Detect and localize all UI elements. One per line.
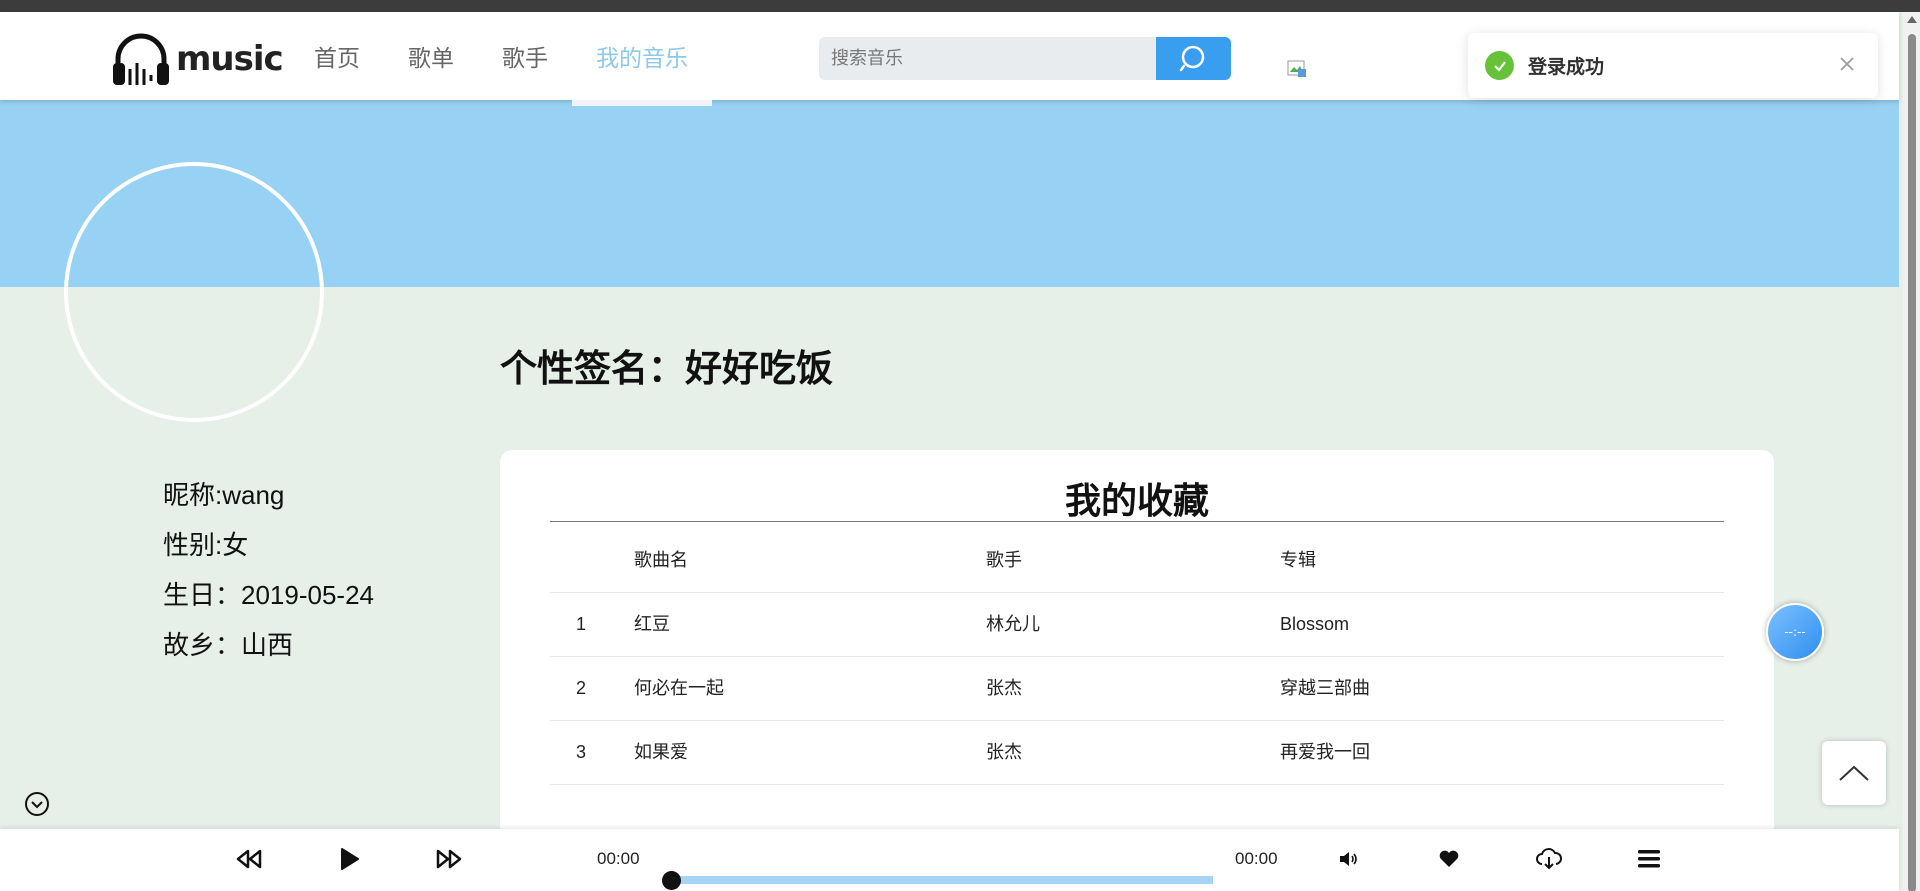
row-index: 2 bbox=[576, 678, 587, 698]
scrollbar-thumb[interactable] bbox=[1908, 34, 1916, 891]
total-duration: 00:00 bbox=[1235, 849, 1278, 868]
search-bar bbox=[819, 37, 1231, 80]
row-index: 3 bbox=[576, 742, 587, 762]
check-circle-icon bbox=[1485, 51, 1514, 80]
menu-icon bbox=[1638, 850, 1660, 868]
favorite-button[interactable] bbox=[1433, 843, 1465, 875]
user-avatar-broken-image-icon[interactable] bbox=[1286, 58, 1308, 80]
progress-knob[interactable] bbox=[662, 871, 681, 890]
profile-hometown: 故乡：山西 bbox=[163, 630, 294, 660]
column-header-album: 专辑 bbox=[1280, 550, 1316, 570]
table-row[interactable]: 1 红豆 林允儿 Blossom bbox=[550, 593, 1724, 657]
singer-name: 张杰 bbox=[986, 742, 1022, 762]
album-name: 再爱我一回 bbox=[1280, 742, 1370, 762]
nav-playlists[interactable]: 歌单 bbox=[384, 12, 478, 100]
download-button[interactable] bbox=[1533, 843, 1565, 875]
profile-info: 昵称:wang 性别:女 生日：2019-05-24 故乡：山西 bbox=[163, 470, 374, 670]
scroll-up-arrow-icon[interactable] bbox=[1907, 16, 1917, 23]
next-track-button[interactable] bbox=[433, 843, 465, 875]
chevron-up-icon bbox=[1839, 765, 1869, 781]
back-to-top-button[interactable] bbox=[1822, 741, 1886, 805]
volume-button[interactable] bbox=[1333, 843, 1365, 875]
progress-bar[interactable] bbox=[670, 876, 1213, 884]
favorites-title: 我的收藏 bbox=[1064, 480, 1209, 521]
nav-singers[interactable]: 歌手 bbox=[478, 12, 572, 100]
chevron-down-circle-icon[interactable] bbox=[24, 791, 50, 817]
toast-message: 登录成功 bbox=[1528, 56, 1605, 78]
column-header-singer: 歌手 bbox=[986, 550, 1022, 570]
profile-signature: 个性签名：好好吃饭 bbox=[500, 348, 833, 389]
search-icon bbox=[1179, 45, 1204, 71]
table-row[interactable]: 2 何必在一起 张杰 穿越三部曲 bbox=[550, 657, 1724, 721]
logo-text: music bbox=[176, 39, 284, 79]
song-name[interactable]: 何必在一起 bbox=[634, 657, 724, 720]
music-player-bar: 00:00 00:00 bbox=[0, 829, 1899, 891]
search-input[interactable] bbox=[819, 37, 1156, 80]
profile-birthday: 生日：2019-05-24 bbox=[163, 580, 374, 610]
profile-nickname: 昵称:wang bbox=[163, 480, 285, 510]
fast-forward-icon bbox=[436, 849, 462, 869]
rewind-icon bbox=[236, 849, 262, 869]
cloud-download-icon bbox=[1536, 848, 1562, 870]
floating-player-widget[interactable]: --:-- bbox=[1766, 603, 1824, 661]
close-icon[interactable] bbox=[1838, 55, 1856, 73]
login-success-toast: 登录成功 bbox=[1468, 33, 1878, 98]
song-name[interactable]: 如果爱 bbox=[634, 721, 688, 784]
nav-my-music[interactable]: 我的音乐 bbox=[572, 12, 712, 106]
divider bbox=[550, 521, 1724, 522]
heart-icon bbox=[1439, 850, 1459, 867]
browser-top-bar bbox=[0, 0, 1920, 12]
song-name[interactable]: 红豆 bbox=[634, 593, 670, 656]
previous-track-button[interactable] bbox=[233, 843, 265, 875]
favorites-card: 我的收藏 歌曲名 歌手 专辑 1 红豆 林允儿 Blossom 2 何必在一起 … bbox=[500, 450, 1774, 850]
page-scrollbar[interactable] bbox=[1903, 12, 1920, 891]
play-icon bbox=[341, 848, 359, 870]
column-header-song: 歌曲名 bbox=[634, 550, 688, 570]
singer-name: 张杰 bbox=[986, 678, 1022, 698]
nav-home[interactable]: 首页 bbox=[290, 12, 384, 100]
profile-avatar bbox=[64, 162, 324, 422]
table-row[interactable]: 3 如果爱 张杰 再爱我一回 bbox=[550, 721, 1724, 785]
profile-gender: 性别:女 bbox=[163, 530, 249, 560]
headphones-icon bbox=[113, 33, 169, 85]
row-index: 1 bbox=[576, 614, 587, 634]
search-button[interactable] bbox=[1156, 37, 1231, 80]
album-name: 穿越三部曲 bbox=[1280, 678, 1370, 698]
album-name: Blossom bbox=[1280, 614, 1350, 634]
table-header-row: 歌曲名 歌手 专辑 bbox=[550, 529, 1724, 593]
current-time: 00:00 bbox=[597, 849, 640, 868]
main-nav: 首页 歌单 歌手 我的音乐 bbox=[290, 12, 712, 106]
logo[interactable]: music bbox=[110, 29, 284, 89]
favorites-table: 歌曲名 歌手 专辑 1 红豆 林允儿 Blossom 2 何必在一起 张杰 穿越… bbox=[550, 529, 1724, 785]
play-button[interactable] bbox=[333, 843, 365, 875]
playlist-button[interactable] bbox=[1633, 843, 1665, 875]
volume-icon bbox=[1340, 852, 1357, 866]
singer-name: 林允儿 bbox=[986, 614, 1040, 634]
